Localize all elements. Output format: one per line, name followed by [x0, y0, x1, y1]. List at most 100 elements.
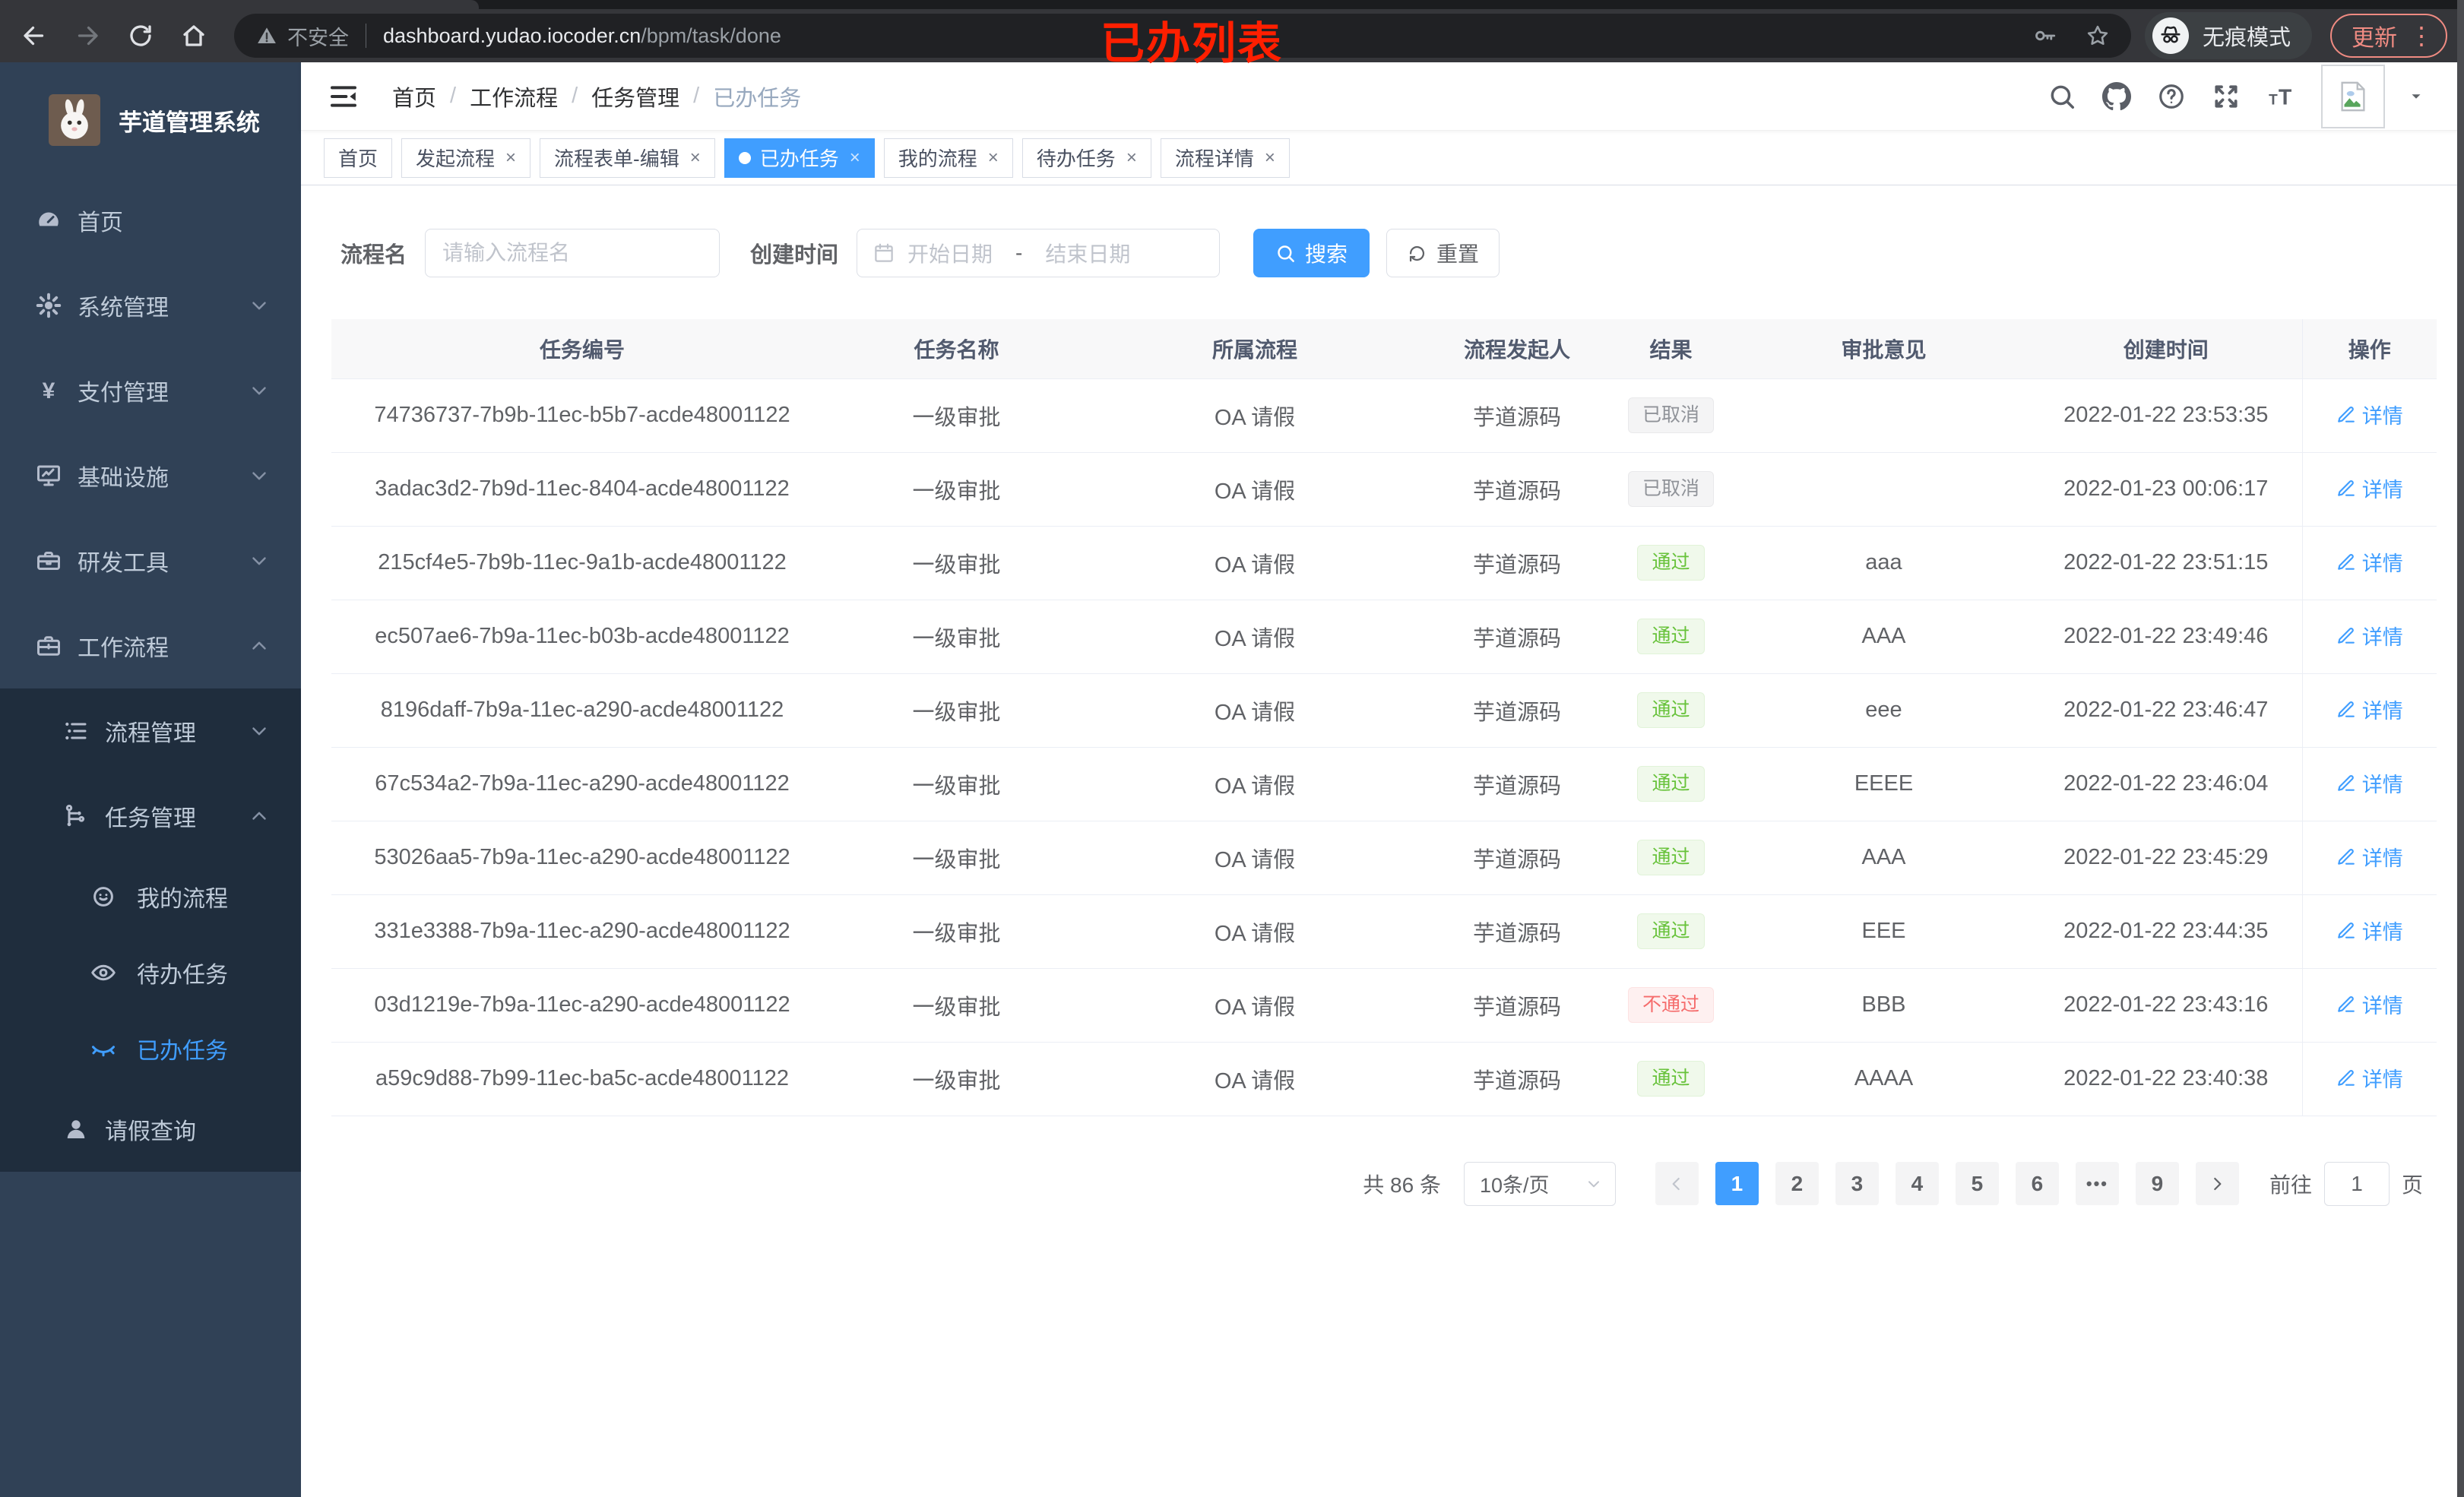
close-icon[interactable]: × [690, 147, 701, 169]
pagination-more-button[interactable]: ••• [2075, 1162, 2119, 1205]
sidebar-item-label: 系统管理 [78, 296, 169, 321]
update-button[interactable]: 更新 ⋮ [2330, 14, 2447, 58]
starter-cell: 芋道源码 [1430, 1042, 1604, 1116]
url-host[interactable]: dashboard.yudao.iocoder.cn [383, 24, 641, 48]
forward-icon[interactable] [70, 18, 105, 53]
sidebar-collapse-icon[interactable] [327, 80, 360, 113]
task-name-cell: 一级审批 [833, 1042, 1080, 1116]
close-icon[interactable]: × [505, 147, 516, 169]
sidebar-item-leave-query[interactable]: 请假查询 [0, 1087, 301, 1172]
fullscreen-icon[interactable] [2209, 79, 2244, 114]
url-path[interactable]: /bpm/task/done [641, 24, 781, 48]
sidebar-item-process-management[interactable]: 流程管理 [0, 688, 301, 774]
pencil-icon [2336, 626, 2362, 646]
incognito-icon [2152, 17, 2189, 54]
search-button[interactable]: 搜索 [1253, 229, 1370, 277]
column-header: 所属流程 [1080, 319, 1430, 379]
back-icon[interactable] [17, 18, 52, 53]
detail-link[interactable]: 详情 [2336, 547, 2403, 577]
chevron-down-icon [248, 720, 271, 742]
detail-link[interactable]: 详情 [2336, 842, 2403, 872]
tab-todo-tasks[interactable]: 待办任务 × [1021, 138, 1151, 178]
sidebar-item-home[interactable]: 首页 [0, 178, 301, 263]
column-header: 任务名称 [833, 319, 1080, 379]
close-icon[interactable]: × [850, 147, 860, 169]
sidebar-item-infrastructure[interactable]: 基础设施 [0, 433, 301, 518]
page-button[interactable]: 9 [2135, 1162, 2179, 1205]
font-size-icon[interactable]: TT [2263, 79, 2298, 114]
page-button[interactable]: 4 [1895, 1162, 1939, 1205]
detail-link[interactable]: 详情 [2336, 695, 2403, 724]
browser-menu-dots-icon[interactable]: ⋮ [2409, 24, 2434, 48]
starter-cell: 芋道源码 [1430, 600, 1604, 674]
detail-link[interactable]: 详情 [2336, 1063, 2403, 1093]
sidebar-item-task-management[interactable]: 任务管理 [0, 774, 301, 859]
goto-page-input[interactable] [2323, 1161, 2390, 1206]
tab-my-process[interactable]: 我的流程 × [883, 138, 1013, 178]
pencil-icon [2336, 774, 2362, 793]
detail-link[interactable]: 详情 [2336, 473, 2403, 503]
search-icon[interactable] [2044, 79, 2079, 114]
close-icon[interactable]: × [1126, 147, 1137, 169]
page-button[interactable]: 5 [1955, 1162, 1999, 1205]
reload-icon[interactable] [123, 18, 158, 53]
detail-link[interactable]: 详情 [2336, 400, 2403, 429]
prev-page-button[interactable] [1655, 1162, 1699, 1205]
page-button[interactable]: 6 [2015, 1162, 2059, 1205]
help-icon[interactable] [2154, 79, 2189, 114]
page-size-select[interactable]: 10条/页 [1463, 1161, 1616, 1206]
detail-link[interactable]: 详情 [2336, 621, 2403, 650]
detail-link-label: 详情 [2361, 479, 2403, 502]
task-name-cell: 一级审批 [833, 526, 1080, 600]
tab-done-tasks[interactable]: 已办任务 × [724, 138, 875, 178]
action-cell: 详情 [2301, 673, 2437, 748]
sidebar-item-system-management[interactable]: 系统管理 [0, 263, 301, 348]
tab-start-process[interactable]: 发起流程 × [401, 138, 531, 178]
process-name-input[interactable] [425, 229, 721, 277]
detail-link[interactable]: 详情 [2336, 916, 2403, 945]
date-end-placeholder[interactable]: 结束日期 [1045, 238, 1130, 268]
sidebar-item-done-tasks[interactable]: 已办任务 [0, 1011, 301, 1087]
breadcrumb-item[interactable]: 任务管理 [591, 81, 679, 112]
sidebar-item-todo-tasks[interactable]: 待办任务 [0, 935, 301, 1011]
tab-process-form-edit[interactable]: 流程表单-编辑 × [540, 138, 715, 178]
github-icon[interactable] [2099, 79, 2134, 114]
result-cell: 不通过 [1604, 968, 1737, 1043]
breadcrumb-item[interactable]: 首页 [392, 81, 436, 112]
detail-link[interactable]: 详情 [2336, 989, 2403, 1019]
page-button[interactable]: 3 [1835, 1162, 1879, 1205]
page-button[interactable]: 2 [1775, 1162, 1819, 1205]
browser-active-tab[interactable] [0, 0, 479, 9]
table-row: 331e3388-7b9a-11ec-a290-acde48001122 一级审批… [331, 894, 2437, 969]
starter-cell: 芋道源码 [1430, 673, 1604, 748]
tab-process-detail[interactable]: 流程详情 × [1160, 138, 1290, 178]
result-badge: 已取消 [1627, 471, 1714, 507]
opinion-cell: BBB [1737, 968, 2030, 1043]
home-icon[interactable] [176, 18, 211, 53]
date-start-placeholder[interactable]: 开始日期 [907, 238, 993, 268]
avatar[interactable] [2321, 64, 2385, 128]
not-secure-warning-icon[interactable] [255, 24, 278, 47]
close-icon[interactable]: × [988, 147, 999, 169]
date-range-picker[interactable]: 开始日期 - 结束日期 [857, 229, 1221, 277]
sidebar-item-label: 待办任务 [137, 963, 228, 988]
security-label[interactable]: 不安全 [287, 21, 349, 51]
tab-home[interactable]: 首页 [324, 138, 393, 178]
close-icon[interactable]: × [1265, 147, 1275, 169]
avatar-caret-icon[interactable] [2399, 79, 2434, 114]
task-id-cell: 67c534a2-7b9a-11ec-a290-acde48001122 [331, 747, 833, 821]
page-button[interactable]: 1 [1715, 1162, 1759, 1205]
sidebar-item-workflow[interactable]: 工作流程 [0, 603, 301, 688]
sidebar-item-dev-tools[interactable]: 研发工具 [0, 518, 301, 603]
process-cell: OA 请假 [1080, 526, 1430, 600]
detail-link[interactable]: 详情 [2336, 768, 2403, 798]
sidebar-item-my-process[interactable]: 我的流程 [0, 859, 301, 935]
app-logo[interactable]: 芋道管理系统 [0, 62, 301, 178]
sidebar-item-payment-management[interactable]: ¥ 支付管理 [0, 348, 301, 433]
breadcrumb-item[interactable]: 工作流程 [470, 81, 558, 112]
next-page-button[interactable] [2195, 1162, 2239, 1205]
incognito-badge: 无痕模式 [2144, 12, 2312, 59]
reset-button[interactable]: 重置 [1386, 229, 1500, 277]
bookmark-star-icon[interactable] [2082, 21, 2113, 51]
password-key-icon[interactable] [2029, 21, 2060, 51]
